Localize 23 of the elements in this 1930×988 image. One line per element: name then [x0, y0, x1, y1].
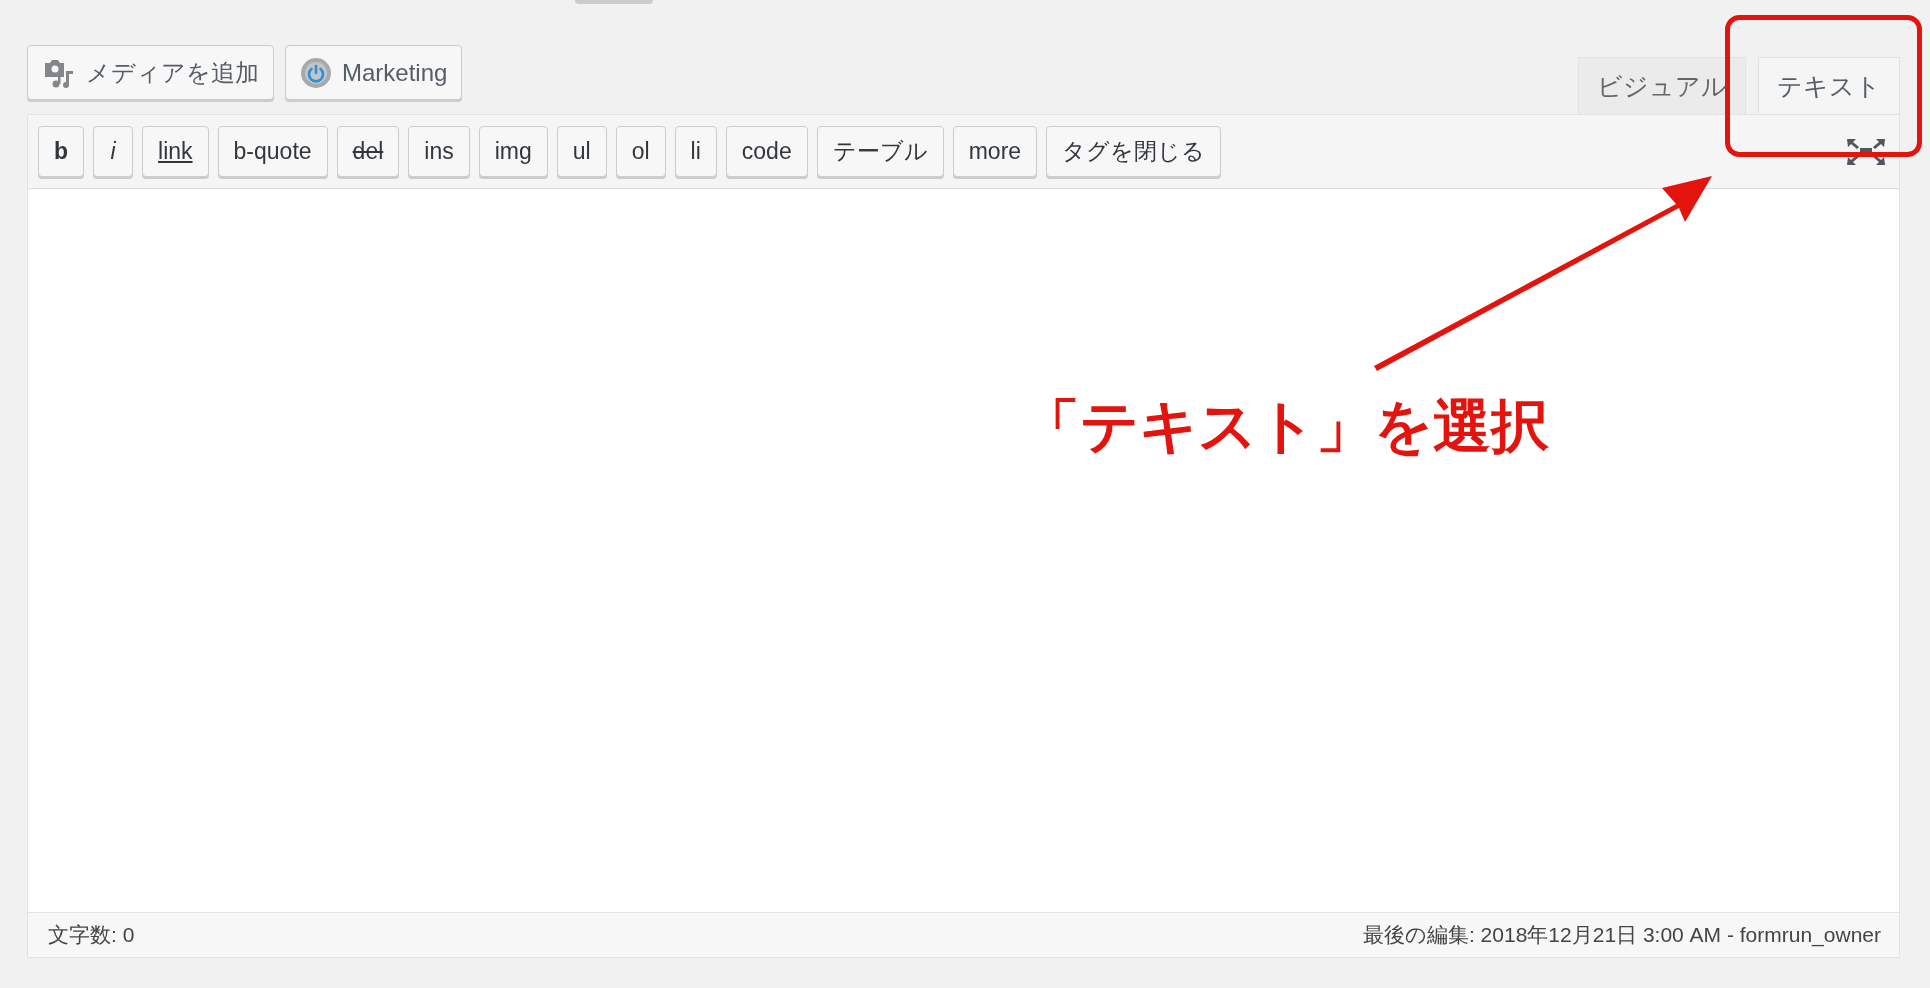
quicktag-button[interactable]: link — [142, 126, 209, 177]
annotation-text: 「テキスト」を選択 — [1022, 391, 1549, 462]
quicktag-button[interactable]: li — [674, 126, 717, 177]
marketing-button[interactable]: Marketing — [285, 45, 463, 100]
quicktag-button[interactable]: b — [38, 126, 85, 177]
quicktag-button[interactable]: img — [478, 126, 548, 177]
fullscreen-icon[interactable] — [1847, 138, 1885, 165]
power-icon — [300, 56, 332, 89]
quicktag-button[interactable]: del — [336, 126, 400, 177]
quicktag-button[interactable]: code — [725, 126, 808, 177]
editor-tab[interactable]: テキスト — [1758, 57, 1900, 115]
editor-tab[interactable]: ビジュアル — [1578, 57, 1746, 114]
quicktag-button[interactable]: more — [952, 126, 1038, 177]
quicktag-button[interactable]: タグを閉じる — [1046, 126, 1222, 177]
quicktag-button[interactable]: テーブル — [816, 126, 944, 177]
last-edited-text: 最後の編集: 2018年12月21日 3:00 AM - formrun_owner — [1362, 922, 1881, 949]
quicktag-button[interactable]: ol — [615, 126, 666, 177]
quicktag-button[interactable]: i — [93, 126, 134, 177]
quicktag-button[interactable]: b-quote — [217, 126, 328, 177]
quicktag-button[interactable]: ins — [408, 126, 470, 177]
quicktag-button[interactable]: ul — [556, 126, 607, 177]
add-media-button[interactable]: メディアを追加 — [27, 45, 274, 100]
word-count: 文字数: 0 — [48, 922, 135, 948]
